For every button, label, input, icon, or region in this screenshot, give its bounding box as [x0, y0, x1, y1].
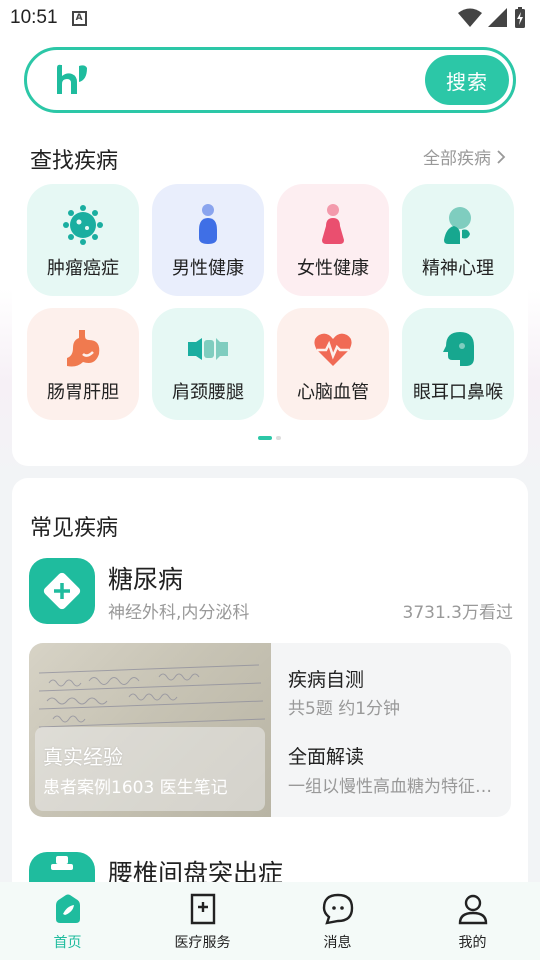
find-disease-card: 查找疾病 全部疾病 肿瘤癌症 男性健康 女性健康 精神心理 肠胃肝胆 肩颈腰腿 …	[12, 128, 528, 466]
category-cardio[interactable]: 心脑血管	[277, 308, 389, 420]
pager-dot	[276, 436, 281, 440]
medical-cross-icon	[43, 572, 81, 610]
nav-label: 医疗服务	[174, 935, 231, 951]
search-button[interactable]: 搜索	[425, 55, 509, 105]
search-bar[interactable]: 搜索	[24, 47, 516, 113]
disease-info-panel: 真实经验 患者案例1603 医生笔记 疾病自测 共5题 约1分钟 全面解读 一组…	[29, 643, 511, 817]
nav-profile[interactable]: 我的	[405, 882, 540, 960]
disease-item-diabetes[interactable]: 糖尿病 神经外科,内分泌科 3731.3万看过	[29, 558, 513, 624]
medical-record-icon	[190, 893, 215, 925]
see-all-diseases-link[interactable]: 全部疾病	[423, 144, 506, 169]
chat-bubble-icon	[322, 893, 353, 925]
battery-icon	[515, 7, 525, 28]
nav-label: 首页	[53, 935, 82, 951]
nav-label: 消息	[323, 935, 352, 951]
overview-subtitle: 一组以慢性高血糖为特征的代谢性疾病	[288, 777, 494, 797]
common-section-title: 常见疾病	[30, 516, 119, 541]
search-input[interactable]	[99, 69, 425, 91]
bottom-nav: 首页 医疗服务 消息 我的	[0, 882, 540, 960]
disease-name: 糖尿病	[108, 565, 184, 594]
category-female[interactable]: 女性健康	[277, 184, 389, 296]
find-section-title: 查找疾病	[30, 149, 119, 174]
self-test-title[interactable]: 疾病自测	[288, 665, 364, 692]
pager-dot-active	[258, 436, 272, 440]
category-ent[interactable]: 眼耳口鼻喉	[402, 308, 514, 420]
male-icon	[199, 204, 217, 244]
case-photo[interactable]: 真实经验 患者案例1603 医生笔记	[29, 643, 271, 817]
category-male[interactable]: 男性健康	[152, 184, 264, 296]
heart-icon	[314, 333, 352, 366]
category-bone[interactable]: 肩颈腰腿	[152, 308, 264, 420]
female-icon	[322, 204, 344, 244]
category-label: 精神心理	[422, 258, 494, 279]
status-icons	[458, 7, 526, 29]
overview-title[interactable]: 全面解读	[288, 742, 364, 769]
category-grid: 肿瘤癌症 男性健康 女性健康 精神心理 肠胃肝胆 肩颈腰腿 心脑血管 眼耳口鼻喉	[27, 184, 514, 420]
category-label: 女性健康	[297, 258, 369, 279]
nav-messages[interactable]: 消息	[270, 882, 405, 960]
home-icon	[55, 894, 80, 923]
virus-icon	[63, 205, 103, 245]
mind-icon	[444, 207, 471, 244]
accessibility-icon: A	[71, 10, 87, 26]
stomach-icon	[67, 330, 100, 367]
see-all-label: 全部疾病	[423, 149, 491, 169]
category-label: 肠胃肝胆	[47, 382, 119, 403]
disease-icon	[29, 558, 95, 624]
nav-label: 我的	[458, 935, 487, 951]
category-label: 肿瘤癌症	[47, 258, 119, 279]
category-label: 肩颈腰腿	[172, 382, 244, 403]
bone-icon	[188, 338, 228, 360]
signal-icon	[488, 8, 507, 27]
disease-departments: 神经外科,内分泌科	[108, 603, 250, 623]
category-digestive[interactable]: 肠胃肝胆	[27, 308, 139, 420]
user-icon	[458, 894, 487, 925]
experience-title: 真实经验	[43, 745, 123, 769]
nav-home[interactable]: 首页	[0, 882, 135, 960]
chevron-right-icon	[497, 149, 506, 164]
experience-subtitle: 患者案例1603 医生笔记	[43, 778, 228, 798]
category-label: 心脑血管	[297, 382, 369, 403]
status-time: 10:51	[10, 7, 58, 28]
status-bar: 10:51 A	[0, 0, 540, 36]
carousel-pager	[258, 436, 281, 440]
category-label: 男性健康	[172, 258, 244, 279]
nav-medical-services[interactable]: 医疗服务	[135, 882, 270, 960]
disease-views: 3731.3万看过	[402, 603, 513, 623]
app-logo-icon	[57, 64, 87, 94]
category-label: 眼耳口鼻喉	[413, 382, 503, 403]
wifi-icon	[458, 8, 482, 27]
common-diseases-card: 常见疾病 糖尿病 神经外科,内分泌科 3731.3万看过 真实经验 患者案例16…	[12, 478, 528, 898]
head-icon	[443, 332, 474, 366]
category-tumor[interactable]: 肿瘤癌症	[27, 184, 139, 296]
category-mental[interactable]: 精神心理	[402, 184, 514, 296]
self-test-subtitle: 共5题 约1分钟	[288, 699, 401, 719]
